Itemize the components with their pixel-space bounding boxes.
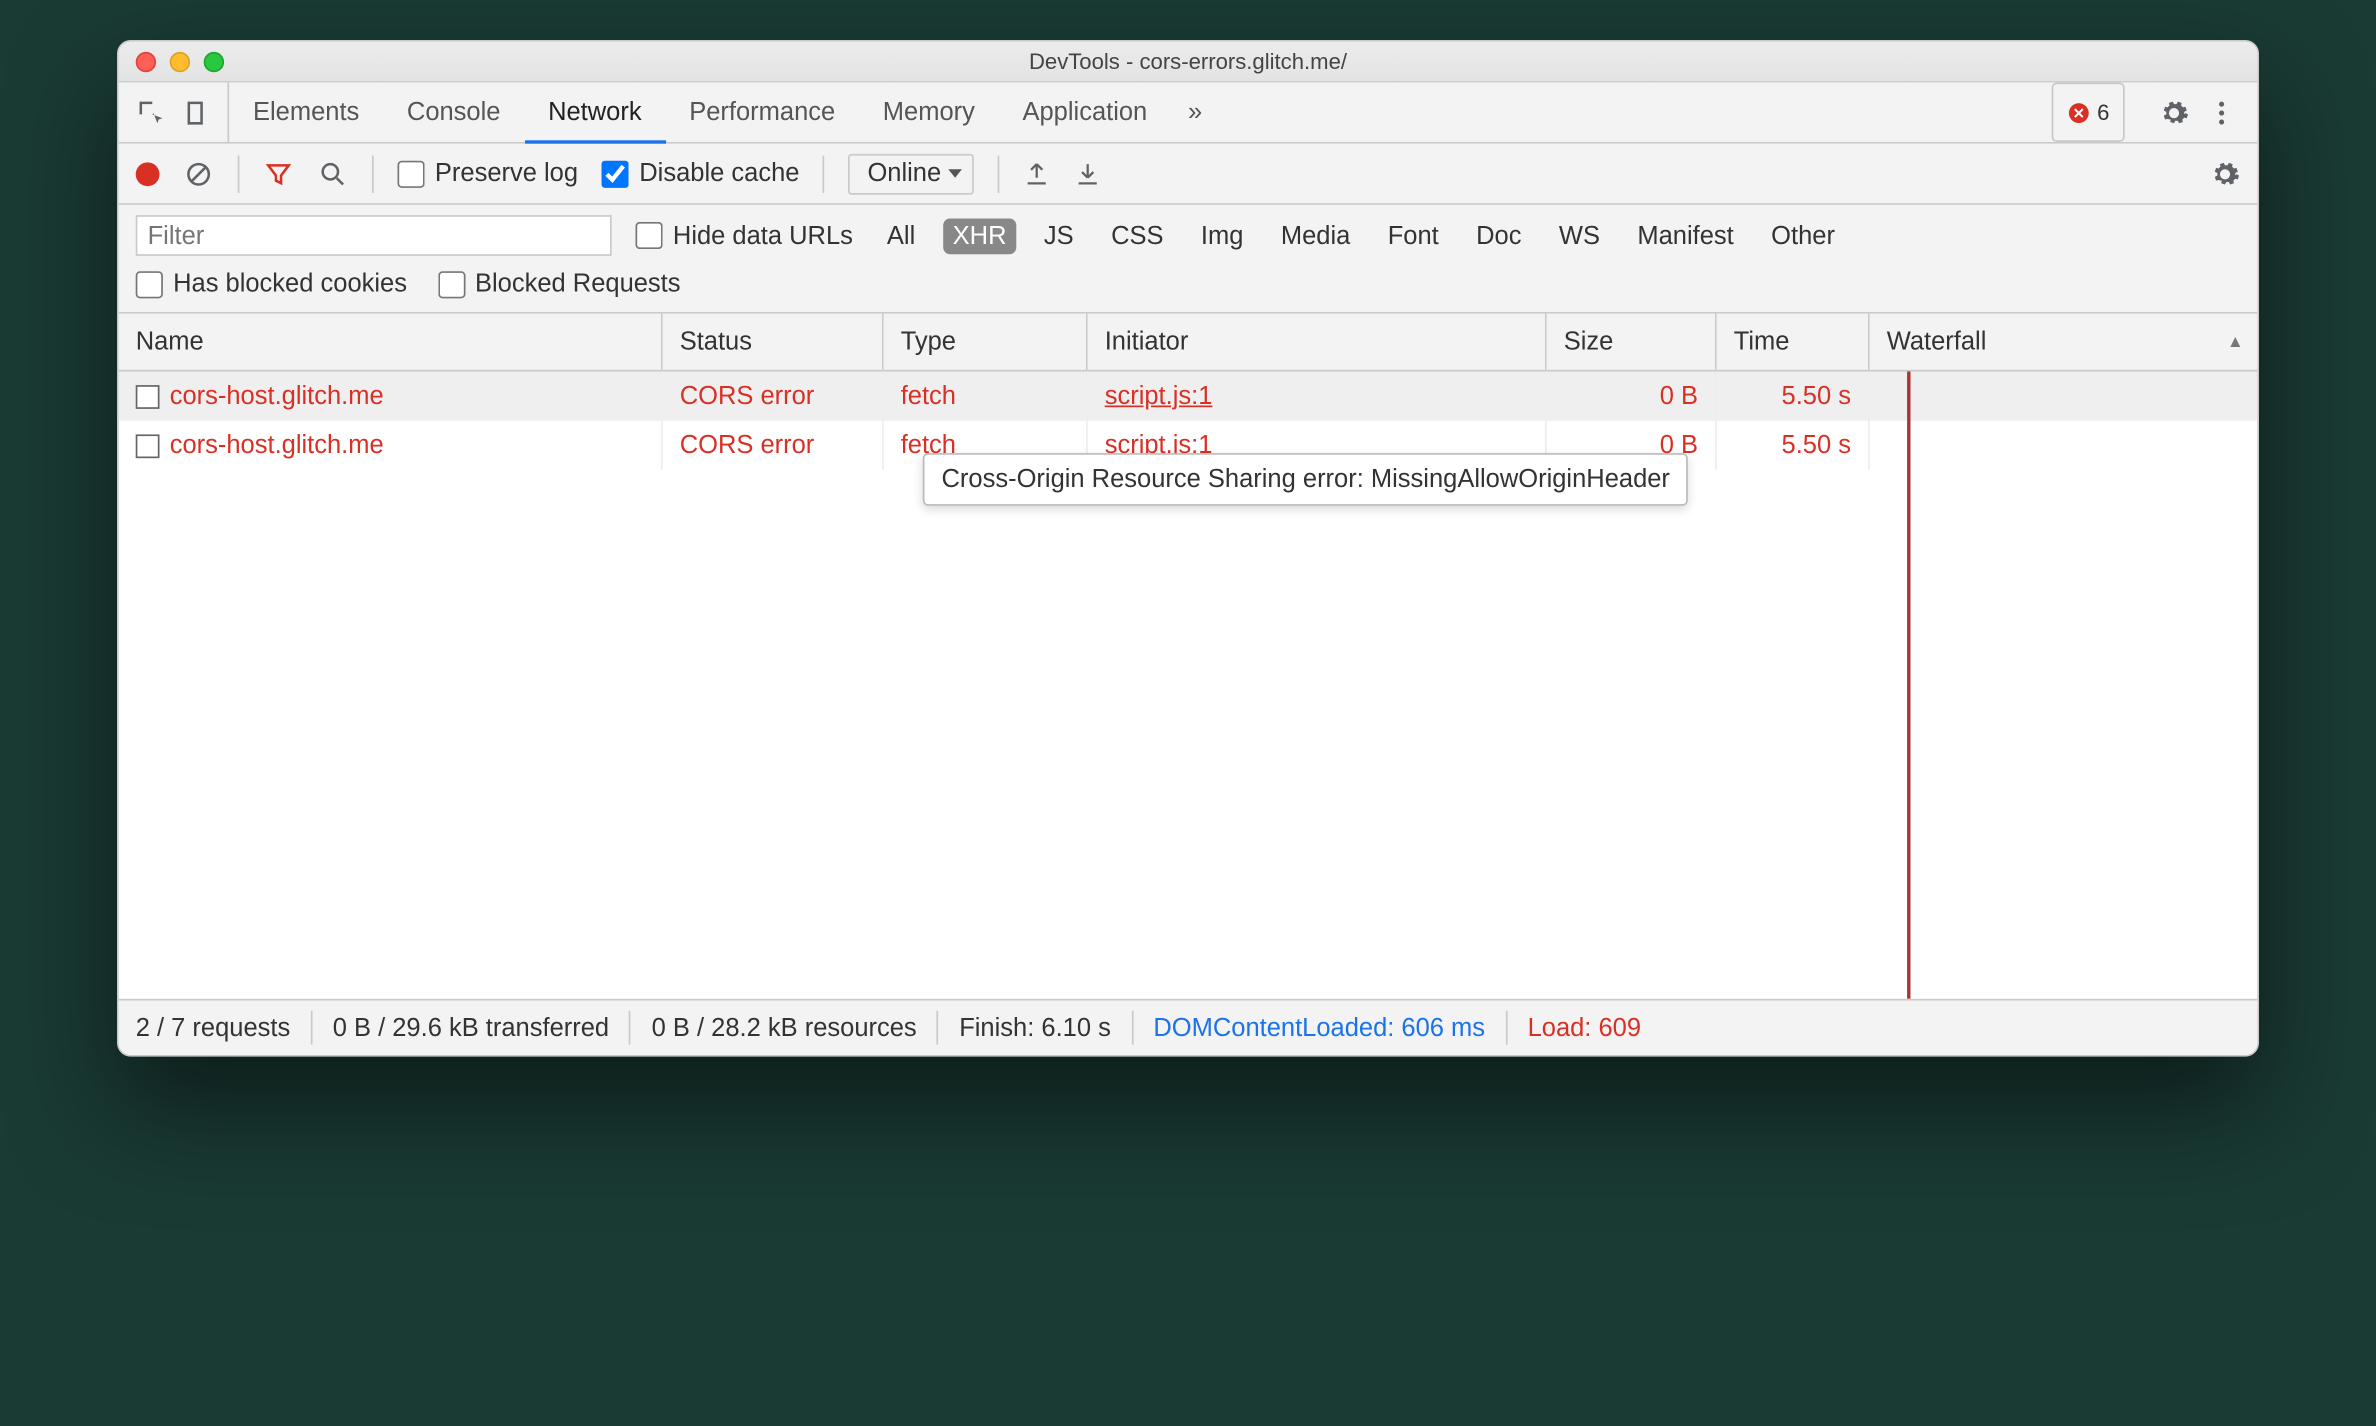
devtools-tab-strip: ElementsConsoleNetworkPerformanceMemoryA… xyxy=(119,83,2258,144)
filter-type-media[interactable]: Media xyxy=(1271,218,1361,254)
table-row[interactable]: cors-host.glitch.me CORS error fetch script… xyxy=(119,372,2258,421)
hide-data-urls-label: Hide data URLs xyxy=(673,221,853,250)
status-finish: Finish: 6.10 s xyxy=(959,1013,1111,1042)
filter-type-font[interactable]: Font xyxy=(1377,218,1448,254)
preserve-log-checkbox[interactable]: Preserve log xyxy=(398,159,579,188)
filter-type-manifest[interactable]: Manifest xyxy=(1627,218,1744,254)
filter-type-img[interactable]: Img xyxy=(1191,218,1254,254)
request-time: 5.50 s xyxy=(1782,382,1851,411)
traffic-lights xyxy=(136,51,224,71)
request-name: cors-host.glitch.me xyxy=(170,382,384,411)
tab-memory[interactable]: Memory xyxy=(859,83,999,143)
tab-network[interactable]: Network xyxy=(524,83,665,144)
disable-cache-label: Disable cache xyxy=(639,159,799,188)
clear-icon[interactable] xyxy=(183,158,214,189)
request-time: 5.50 s xyxy=(1782,431,1851,460)
tabs-overflow-button[interactable]: » xyxy=(1171,83,1219,143)
blocked-requests-label: Blocked Requests xyxy=(475,270,681,299)
sort-indicator-icon: ▲ xyxy=(2227,332,2244,351)
tab-performance[interactable]: Performance xyxy=(665,83,859,143)
network-table: Name Status Type Initiator Size Time Wat… xyxy=(119,314,2258,1001)
inspect-element-icon[interactable] xyxy=(136,97,167,128)
error-count-badge[interactable]: 6 xyxy=(2051,83,2124,143)
record-button[interactable] xyxy=(136,162,160,186)
status-load: Load: 609 xyxy=(1528,1013,1641,1042)
network-settings-gear-icon[interactable] xyxy=(2210,158,2241,189)
col-initiator[interactable]: Initiator xyxy=(1088,314,1547,372)
waterfall-time-marker xyxy=(1907,372,1910,999)
blocked-requests-checkbox[interactable]: Blocked Requests xyxy=(438,270,681,299)
tab-console[interactable]: Console xyxy=(383,83,524,143)
device-toolbar-icon[interactable] xyxy=(180,97,211,128)
settings-gear-icon[interactable] xyxy=(2159,97,2190,128)
zoom-traffic-light[interactable] xyxy=(204,51,224,71)
request-status: CORS error xyxy=(680,431,815,460)
file-icon xyxy=(136,434,160,458)
status-bar: 2 / 7 requests 0 B / 29.6 kB transferred… xyxy=(119,1001,2258,1055)
search-icon[interactable] xyxy=(318,158,349,189)
request-type: fetch xyxy=(901,382,956,411)
cors-error-tooltip: Cross-Origin Resource Sharing error: Mis… xyxy=(923,453,1689,506)
window-title: DevTools - cors-errors.glitch.me/ xyxy=(119,49,2258,75)
throttling-value: Online xyxy=(867,159,941,188)
col-name[interactable]: Name xyxy=(119,314,663,372)
minimize-traffic-light[interactable] xyxy=(170,51,190,71)
devtools-window: DevTools - cors-errors.glitch.me/ Elemen… xyxy=(117,40,2259,1057)
mac-titlebar: DevTools - cors-errors.glitch.me/ xyxy=(119,42,2258,83)
col-waterfall[interactable]: Waterfall ▲ xyxy=(1870,314,2259,372)
error-count: 6 xyxy=(2097,100,2109,126)
filter-type-xhr[interactable]: XHR xyxy=(942,218,1016,254)
hide-data-urls-checkbox[interactable]: Hide data URLs xyxy=(636,221,853,250)
filter-type-doc[interactable]: Doc xyxy=(1466,218,1532,254)
more-menu-icon[interactable] xyxy=(2206,97,2237,128)
filter-input[interactable] xyxy=(136,215,612,256)
status-domcontentloaded: DOMContentLoaded: 606 ms xyxy=(1153,1013,1485,1042)
has-blocked-cookies-checkbox[interactable]: Has blocked cookies xyxy=(136,270,407,299)
request-status: CORS error xyxy=(680,382,815,411)
close-traffic-light[interactable] xyxy=(136,51,156,71)
col-time[interactable]: Time xyxy=(1717,314,1870,372)
col-status[interactable]: Status xyxy=(663,314,884,372)
tab-elements[interactable]: Elements xyxy=(229,83,383,143)
request-initiator[interactable]: script.js:1 xyxy=(1105,382,1213,411)
filter-type-other[interactable]: Other xyxy=(1761,218,1845,254)
status-resources: 0 B / 28.2 kB resources xyxy=(652,1013,917,1042)
col-size[interactable]: Size xyxy=(1547,314,1717,372)
request-name: cors-host.glitch.me xyxy=(170,431,384,460)
network-body[interactable]: cors-host.glitch.me CORS error fetch script… xyxy=(119,372,2258,1001)
throttling-select[interactable]: Online xyxy=(849,153,974,194)
network-toolbar: Preserve log Disable cache Online xyxy=(119,144,2258,205)
filter-type-css[interactable]: CSS xyxy=(1101,218,1174,254)
has-blocked-cookies-label: Has blocked cookies xyxy=(173,270,407,299)
filter-type-ws[interactable]: WS xyxy=(1549,218,1610,254)
filter-icon[interactable] xyxy=(263,158,294,189)
file-icon xyxy=(136,385,160,409)
disable-cache-checkbox[interactable]: Disable cache xyxy=(602,159,800,188)
import-har-icon[interactable] xyxy=(1023,160,1050,187)
status-requests: 2 / 7 requests xyxy=(136,1013,291,1042)
export-har-icon[interactable] xyxy=(1074,160,1101,187)
status-transferred: 0 B / 29.6 kB transferred xyxy=(333,1013,609,1042)
filter-type-js[interactable]: JS xyxy=(1034,218,1084,254)
filter-type-all[interactable]: All xyxy=(877,218,926,254)
error-icon xyxy=(2067,100,2091,124)
preserve-log-label: Preserve log xyxy=(435,159,578,188)
request-size: 0 B xyxy=(1660,382,1698,411)
col-type[interactable]: Type xyxy=(884,314,1088,372)
filter-bar: Hide data URLs All XHR JS CSS Img Media Font Do… xyxy=(119,205,2258,314)
tab-application[interactable]: Application xyxy=(999,83,1171,143)
